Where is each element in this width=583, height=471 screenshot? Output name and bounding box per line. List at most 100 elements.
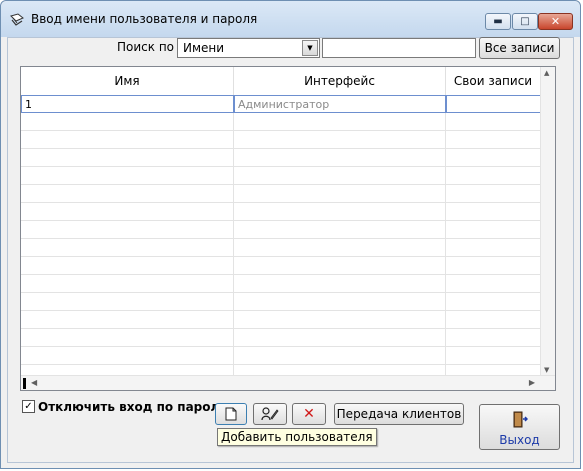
table-cell[interactable]: 1	[21, 95, 234, 113]
search-field-value: Имени	[183, 41, 225, 55]
table-cell[interactable]	[234, 293, 446, 311]
table-cell[interactable]	[446, 113, 541, 131]
table-cell[interactable]	[446, 149, 541, 167]
table-cell[interactable]	[446, 167, 541, 185]
transfer-clients-button[interactable]: Передача клиентов	[334, 403, 464, 425]
add-user-button[interactable]	[215, 403, 247, 425]
column-header-name[interactable]: Имя	[21, 67, 234, 95]
table-cell[interactable]	[21, 131, 234, 149]
table-cell[interactable]	[234, 185, 446, 203]
table-cell[interactable]	[446, 329, 541, 347]
table-cell[interactable]	[234, 257, 446, 275]
table-cell[interactable]	[446, 311, 541, 329]
table-row[interactable]	[21, 131, 541, 149]
checkmark-icon: ✓	[24, 401, 33, 412]
exit-door-icon	[513, 411, 528, 428]
table-cell[interactable]	[234, 311, 446, 329]
maximize-icon: □	[520, 16, 530, 27]
exit-label: Выход	[499, 433, 540, 447]
table-cell[interactable]	[21, 329, 234, 347]
table-cell[interactable]	[234, 347, 446, 365]
table-cell[interactable]	[446, 95, 541, 113]
scroll-grip[interactable]	[23, 378, 26, 389]
table-cell[interactable]	[446, 239, 541, 257]
table-cell[interactable]	[234, 131, 446, 149]
scroll-right-icon[interactable]: ▶	[529, 378, 535, 387]
search-input[interactable]	[322, 38, 476, 58]
table-cell[interactable]	[21, 257, 234, 275]
table-cell[interactable]	[21, 203, 234, 221]
table-cell[interactable]	[234, 149, 446, 167]
all-records-button[interactable]: Все записи	[479, 37, 560, 59]
table-row[interactable]: 1 Администратор	[21, 95, 541, 113]
table-cell[interactable]	[234, 239, 446, 257]
table-cell[interactable]	[234, 203, 446, 221]
table-cell[interactable]	[234, 167, 446, 185]
table-cell[interactable]	[446, 347, 541, 365]
title-bar[interactable]: Ввод имени пользователя и пароля ▬ □ ✕	[1, 1, 580, 37]
table-row[interactable]	[21, 257, 541, 275]
minimize-button[interactable]: ▬	[485, 13, 511, 30]
table-row[interactable]	[21, 311, 541, 329]
horizontal-scrollbar[interactable]: ◀ ▶	[21, 375, 555, 390]
table-cell[interactable]	[446, 203, 541, 221]
table-cell[interactable]: Администратор	[234, 95, 446, 113]
table-row[interactable]	[21, 329, 541, 347]
table-cell[interactable]	[446, 293, 541, 311]
edit-user-icon	[261, 407, 279, 421]
table-cell[interactable]	[21, 113, 234, 131]
vertical-scrollbar[interactable]: ▲ ▼	[540, 67, 555, 376]
table-cell[interactable]	[446, 275, 541, 293]
table-row[interactable]	[21, 221, 541, 239]
grid-rows: 1 Администратор	[21, 95, 541, 383]
close-button[interactable]: ✕	[538, 13, 573, 30]
table-cell[interactable]	[446, 131, 541, 149]
table-row[interactable]	[21, 275, 541, 293]
dropdown-arrow-icon[interactable]: ▼	[302, 40, 318, 56]
tooltip: Добавить пользователя	[217, 428, 377, 446]
edit-user-button[interactable]	[253, 403, 287, 425]
search-field-select[interactable]: Имени ▼	[177, 38, 320, 58]
table-cell[interactable]	[21, 239, 234, 257]
table-row[interactable]	[21, 113, 541, 131]
table-cell[interactable]	[21, 221, 234, 239]
table-cell[interactable]	[446, 221, 541, 239]
disable-password-checkbox[interactable]: ✓	[22, 400, 35, 413]
column-header-interface[interactable]: Интерфейс	[234, 67, 446, 95]
table-cell[interactable]	[234, 275, 446, 293]
table-cell[interactable]	[21, 347, 234, 365]
table-cell[interactable]	[446, 185, 541, 203]
scroll-up-icon[interactable]: ▲	[544, 69, 549, 77]
disable-password-label[interactable]: Отключить вход по паролю	[38, 400, 231, 414]
delete-user-button[interactable]: ✕	[292, 403, 326, 425]
grid-header: Имя Интерфейс Свои записи	[21, 67, 541, 96]
table-cell[interactable]	[446, 257, 541, 275]
table-row[interactable]	[21, 239, 541, 257]
table-cell[interactable]	[234, 329, 446, 347]
exit-button[interactable]: Выход	[479, 404, 560, 450]
close-icon: ✕	[550, 15, 561, 28]
delete-x-icon: ✕	[303, 406, 315, 422]
table-row[interactable]	[21, 293, 541, 311]
users-grid[interactable]: Имя Интерфейс Свои записи 1 Администратор…	[20, 66, 556, 391]
table-cell[interactable]	[21, 167, 234, 185]
table-cell[interactable]	[234, 221, 446, 239]
table-cell[interactable]	[21, 275, 234, 293]
table-row[interactable]	[21, 149, 541, 167]
column-header-own-records[interactable]: Свои записи	[446, 67, 541, 95]
scroll-down-icon[interactable]: ▼	[544, 366, 549, 374]
app-icon	[10, 13, 24, 26]
scroll-left-icon[interactable]: ◀	[31, 378, 37, 387]
table-cell[interactable]	[21, 185, 234, 203]
table-row[interactable]	[21, 167, 541, 185]
table-cell[interactable]	[21, 149, 234, 167]
table-row[interactable]	[21, 185, 541, 203]
table-cell[interactable]	[234, 113, 446, 131]
table-cell[interactable]	[21, 293, 234, 311]
search-by-label: Поиск по	[117, 40, 175, 54]
table-cell[interactable]	[21, 311, 234, 329]
table-row[interactable]	[21, 203, 541, 221]
maximize-button[interactable]: □	[512, 13, 538, 30]
table-row[interactable]	[21, 347, 541, 365]
new-document-icon	[225, 407, 237, 421]
